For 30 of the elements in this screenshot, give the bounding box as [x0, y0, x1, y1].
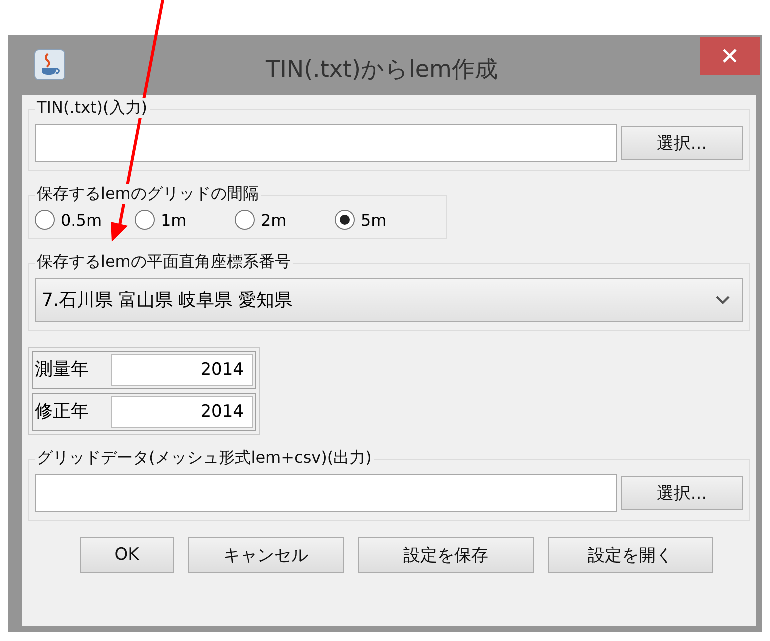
radio-label: 5m	[361, 210, 387, 230]
year-label: 測量年	[35, 358, 90, 382]
group-legend: 保存するlemの平面直角座標系番号	[35, 252, 293, 272]
radio-label: 1m	[161, 210, 187, 230]
radio-button[interactable]	[335, 210, 355, 230]
group-legend: TIN(.txt)(入力)	[35, 98, 150, 118]
radio-button[interactable]	[135, 210, 155, 230]
radio-label: 2m	[261, 210, 287, 230]
radio-label: 0.5m	[61, 210, 102, 230]
close-button[interactable]	[700, 37, 760, 75]
chevron-down-icon	[716, 296, 730, 304]
year-field[interactable]: 2014	[111, 396, 253, 428]
input-file-field[interactable]	[35, 124, 617, 162]
browse-button[interactable]: 選択...	[621, 126, 743, 160]
year-field[interactable]: 2014	[111, 354, 253, 386]
dialog-button[interactable]: OK	[80, 537, 174, 573]
close-icon	[722, 48, 738, 64]
radio-button[interactable]	[235, 210, 255, 230]
window-title: TIN(.txt)からlem作成	[265, 56, 499, 84]
output-file-field[interactable]	[35, 474, 617, 512]
year-label: 修正年	[35, 400, 90, 424]
browse-button[interactable]: 選択...	[621, 476, 743, 510]
dialog-button[interactable]: 設定を開く	[548, 537, 713, 573]
radio-button[interactable]	[35, 210, 55, 230]
coffee-cup-icon	[34, 49, 66, 81]
group-legend: 保存するlemのグリッドの間隔	[35, 184, 261, 204]
dialog-button[interactable]: キャンセル	[188, 537, 344, 573]
dialog-button[interactable]: 設定を保存	[358, 537, 534, 573]
group-legend: グリッドデータ(メッシュ形式lem+csv)(出力)	[35, 448, 374, 468]
coordinate-dropdown[interactable]: 7.石川県 富山県 岐阜県 愛知県	[35, 278, 743, 322]
